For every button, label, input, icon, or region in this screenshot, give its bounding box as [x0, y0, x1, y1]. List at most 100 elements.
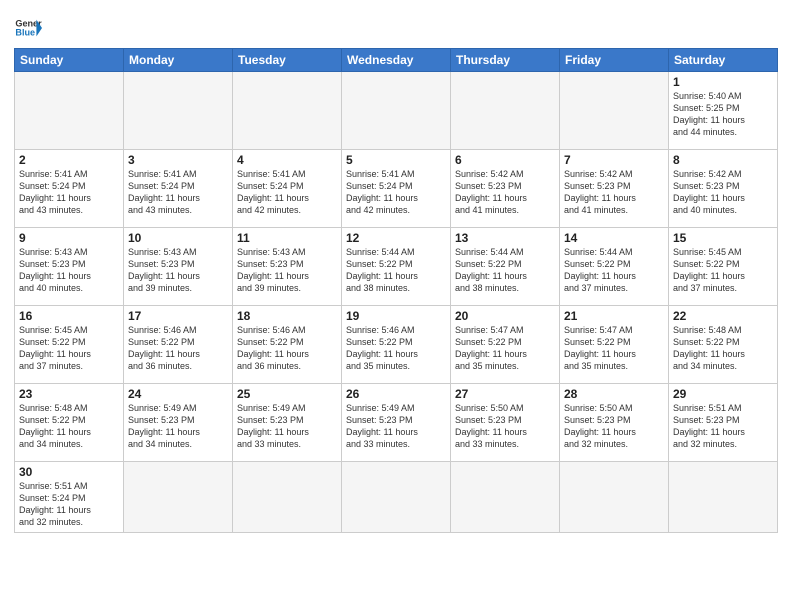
calendar-cell: 26Sunrise: 5:49 AM Sunset: 5:23 PM Dayli… [342, 384, 451, 462]
day-info: Sunrise: 5:46 AM Sunset: 5:22 PM Dayligh… [346, 324, 446, 373]
calendar-cell [124, 462, 233, 533]
weekday-header-saturday: Saturday [669, 49, 778, 72]
calendar-cell [342, 72, 451, 150]
calendar-cell: 13Sunrise: 5:44 AM Sunset: 5:22 PM Dayli… [451, 228, 560, 306]
day-number: 6 [455, 153, 555, 167]
day-info: Sunrise: 5:44 AM Sunset: 5:22 PM Dayligh… [455, 246, 555, 295]
weekday-header-monday: Monday [124, 49, 233, 72]
calendar-cell: 17Sunrise: 5:46 AM Sunset: 5:22 PM Dayli… [124, 306, 233, 384]
calendar-table: SundayMondayTuesdayWednesdayThursdayFrid… [14, 48, 778, 533]
calendar-cell: 19Sunrise: 5:46 AM Sunset: 5:22 PM Dayli… [342, 306, 451, 384]
calendar-cell: 15Sunrise: 5:45 AM Sunset: 5:22 PM Dayli… [669, 228, 778, 306]
calendar-cell: 11Sunrise: 5:43 AM Sunset: 5:23 PM Dayli… [233, 228, 342, 306]
day-number: 7 [564, 153, 664, 167]
day-info: Sunrise: 5:44 AM Sunset: 5:22 PM Dayligh… [346, 246, 446, 295]
weekday-header-sunday: Sunday [15, 49, 124, 72]
day-info: Sunrise: 5:47 AM Sunset: 5:22 PM Dayligh… [455, 324, 555, 373]
day-number: 29 [673, 387, 773, 401]
calendar-cell [451, 72, 560, 150]
calendar-cell: 24Sunrise: 5:49 AM Sunset: 5:23 PM Dayli… [124, 384, 233, 462]
day-info: Sunrise: 5:40 AM Sunset: 5:25 PM Dayligh… [673, 90, 773, 139]
day-info: Sunrise: 5:46 AM Sunset: 5:22 PM Dayligh… [237, 324, 337, 373]
day-number: 16 [19, 309, 119, 323]
day-number: 19 [346, 309, 446, 323]
day-number: 25 [237, 387, 337, 401]
calendar-cell: 4Sunrise: 5:41 AM Sunset: 5:24 PM Daylig… [233, 150, 342, 228]
day-number: 9 [19, 231, 119, 245]
day-info: Sunrise: 5:47 AM Sunset: 5:22 PM Dayligh… [564, 324, 664, 373]
calendar-cell: 14Sunrise: 5:44 AM Sunset: 5:22 PM Dayli… [560, 228, 669, 306]
calendar-cell: 3Sunrise: 5:41 AM Sunset: 5:24 PM Daylig… [124, 150, 233, 228]
calendar-cell [15, 72, 124, 150]
calendar-cell: 1Sunrise: 5:40 AM Sunset: 5:25 PM Daylig… [669, 72, 778, 150]
calendar-cell: 25Sunrise: 5:49 AM Sunset: 5:23 PM Dayli… [233, 384, 342, 462]
day-number: 10 [128, 231, 228, 245]
calendar-cell: 23Sunrise: 5:48 AM Sunset: 5:22 PM Dayli… [15, 384, 124, 462]
svg-text:Blue: Blue [15, 28, 35, 38]
calendar-cell: 22Sunrise: 5:48 AM Sunset: 5:22 PM Dayli… [669, 306, 778, 384]
calendar-cell [342, 462, 451, 533]
day-number: 13 [455, 231, 555, 245]
day-number: 11 [237, 231, 337, 245]
calendar-cell: 28Sunrise: 5:50 AM Sunset: 5:23 PM Dayli… [560, 384, 669, 462]
day-number: 26 [346, 387, 446, 401]
day-info: Sunrise: 5:49 AM Sunset: 5:23 PM Dayligh… [237, 402, 337, 451]
day-info: Sunrise: 5:48 AM Sunset: 5:22 PM Dayligh… [19, 402, 119, 451]
day-info: Sunrise: 5:51 AM Sunset: 5:23 PM Dayligh… [673, 402, 773, 451]
day-number: 5 [346, 153, 446, 167]
day-number: 21 [564, 309, 664, 323]
day-number: 27 [455, 387, 555, 401]
day-info: Sunrise: 5:48 AM Sunset: 5:22 PM Dayligh… [673, 324, 773, 373]
day-info: Sunrise: 5:50 AM Sunset: 5:23 PM Dayligh… [455, 402, 555, 451]
calendar-cell: 16Sunrise: 5:45 AM Sunset: 5:22 PM Dayli… [15, 306, 124, 384]
calendar-cell [124, 72, 233, 150]
day-info: Sunrise: 5:43 AM Sunset: 5:23 PM Dayligh… [19, 246, 119, 295]
day-info: Sunrise: 5:43 AM Sunset: 5:23 PM Dayligh… [237, 246, 337, 295]
calendar-cell [233, 72, 342, 150]
day-number: 4 [237, 153, 337, 167]
day-info: Sunrise: 5:46 AM Sunset: 5:22 PM Dayligh… [128, 324, 228, 373]
calendar-cell: 6Sunrise: 5:42 AM Sunset: 5:23 PM Daylig… [451, 150, 560, 228]
calendar-cell [560, 72, 669, 150]
weekday-header-wednesday: Wednesday [342, 49, 451, 72]
day-info: Sunrise: 5:42 AM Sunset: 5:23 PM Dayligh… [673, 168, 773, 217]
day-number: 23 [19, 387, 119, 401]
calendar-week-row: 1Sunrise: 5:40 AM Sunset: 5:25 PM Daylig… [15, 72, 778, 150]
day-info: Sunrise: 5:45 AM Sunset: 5:22 PM Dayligh… [673, 246, 773, 295]
logo: General Blue [14, 14, 42, 42]
weekday-header-thursday: Thursday [451, 49, 560, 72]
page: General Blue SundayMondayTuesdayWednesda… [0, 0, 792, 612]
day-number: 18 [237, 309, 337, 323]
day-number: 12 [346, 231, 446, 245]
calendar-cell: 30Sunrise: 5:51 AM Sunset: 5:24 PM Dayli… [15, 462, 124, 533]
calendar-cell [233, 462, 342, 533]
day-number: 24 [128, 387, 228, 401]
calendar-cell: 2Sunrise: 5:41 AM Sunset: 5:24 PM Daylig… [15, 150, 124, 228]
day-number: 22 [673, 309, 773, 323]
calendar-week-row: 23Sunrise: 5:48 AM Sunset: 5:22 PM Dayli… [15, 384, 778, 462]
day-info: Sunrise: 5:41 AM Sunset: 5:24 PM Dayligh… [346, 168, 446, 217]
day-number: 20 [455, 309, 555, 323]
calendar-cell: 18Sunrise: 5:46 AM Sunset: 5:22 PM Dayli… [233, 306, 342, 384]
day-info: Sunrise: 5:51 AM Sunset: 5:24 PM Dayligh… [19, 480, 119, 529]
calendar-cell: 20Sunrise: 5:47 AM Sunset: 5:22 PM Dayli… [451, 306, 560, 384]
day-number: 2 [19, 153, 119, 167]
calendar-cell: 29Sunrise: 5:51 AM Sunset: 5:23 PM Dayli… [669, 384, 778, 462]
day-info: Sunrise: 5:50 AM Sunset: 5:23 PM Dayligh… [564, 402, 664, 451]
weekday-header-friday: Friday [560, 49, 669, 72]
day-info: Sunrise: 5:43 AM Sunset: 5:23 PM Dayligh… [128, 246, 228, 295]
day-number: 28 [564, 387, 664, 401]
day-info: Sunrise: 5:42 AM Sunset: 5:23 PM Dayligh… [564, 168, 664, 217]
logo-icon: General Blue [14, 14, 42, 42]
day-number: 3 [128, 153, 228, 167]
calendar-cell: 10Sunrise: 5:43 AM Sunset: 5:23 PM Dayli… [124, 228, 233, 306]
calendar-week-row: 16Sunrise: 5:45 AM Sunset: 5:22 PM Dayli… [15, 306, 778, 384]
calendar-cell [669, 462, 778, 533]
header: General Blue [14, 10, 778, 42]
day-number: 30 [19, 465, 119, 479]
calendar-cell: 5Sunrise: 5:41 AM Sunset: 5:24 PM Daylig… [342, 150, 451, 228]
calendar-cell: 7Sunrise: 5:42 AM Sunset: 5:23 PM Daylig… [560, 150, 669, 228]
calendar-cell: 21Sunrise: 5:47 AM Sunset: 5:22 PM Dayli… [560, 306, 669, 384]
day-info: Sunrise: 5:41 AM Sunset: 5:24 PM Dayligh… [128, 168, 228, 217]
day-info: Sunrise: 5:49 AM Sunset: 5:23 PM Dayligh… [346, 402, 446, 451]
